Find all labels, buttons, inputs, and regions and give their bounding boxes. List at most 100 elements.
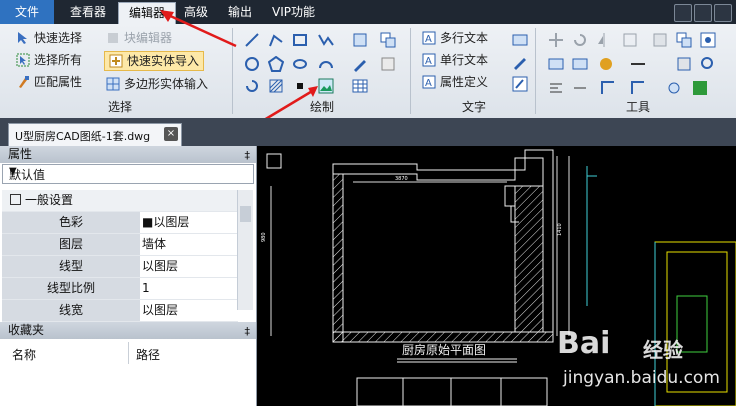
align-icon[interactable] [548,80,564,96]
property-grid: 一般设置 色彩 ■以图层 图层 墙体 线型 以图层 线型比例 1 线宽 以图层 [2,190,238,322]
quick-entity-import-button[interactable]: 快速实体导入 [104,51,205,71]
property-scrollbar[interactable] [237,190,253,310]
circle-tool-icon[interactable] [244,56,260,72]
block-editor-button[interactable]: 块编辑器 [106,28,172,48]
move-icon[interactable] [548,32,564,48]
ellipse-tool-icon[interactable] [292,56,308,72]
draw-group-label: 绘制 [310,100,335,114]
window-icon[interactable] [548,56,564,72]
dimension-label: 1410 [557,223,563,236]
property-key: 线宽 [2,300,140,321]
properties-icon[interactable] [700,32,716,48]
angle2-icon[interactable] [630,80,646,96]
stext-button[interactable]: A 单行文本 [422,50,488,70]
text-edit-icon[interactable] [512,54,528,70]
window2-icon[interactable] [572,56,588,72]
angle-icon[interactable] [600,80,616,96]
rectangle-tool-icon[interactable] [292,32,308,48]
insert-block-icon[interactable] [352,32,368,48]
property-key: 线型 [2,256,140,277]
restore-button[interactable] [694,4,712,22]
property-value[interactable]: 以图层 [142,300,178,321]
document-tab-title: U型厨房CAD图纸-1套.dwg [15,130,151,143]
menu-output[interactable]: 输出 [218,0,262,24]
attdef-button[interactable]: A 属性定义 [422,72,488,92]
drawing-canvas[interactable]: 3870 1410 980 厨房原始平面图 Bai 经验 jingyan.bai… [257,146,736,406]
scrollbar-thumb[interactable] [240,206,251,222]
insert-image-icon[interactable] [318,78,334,94]
property-row[interactable]: 图层 墙体 [2,234,238,256]
svg-text:A: A [425,34,432,45]
select-all-button[interactable]: 选择所有 [16,50,82,70]
svg-text:A: A [425,56,432,67]
match-props-button[interactable]: 匹配属性 [16,72,82,92]
dim-icon[interactable] [572,80,588,96]
stext-label: 单行文本 [440,53,489,67]
group-icon[interactable] [676,32,692,48]
point-tool-icon[interactable] [296,82,304,90]
zoom-icon[interactable] [700,56,716,72]
properties-dropdown[interactable]: 默认值 ▼ [2,164,254,184]
line-tool-icon[interactable] [244,32,260,48]
menu-advanced[interactable]: 高级 [174,0,218,24]
quick-select-button[interactable]: 快速选择 [16,28,82,48]
mtext-button[interactable]: A 多行文本 [422,28,488,48]
arc-tool-icon[interactable] [318,56,334,72]
audit-icon[interactable] [692,80,708,96]
pen-tool-icon[interactable] [352,56,368,72]
stext-icon: A [422,53,436,67]
property-value[interactable]: 以图层 [142,256,178,277]
text-style-icon[interactable] [512,32,528,48]
rotate-icon[interactable] [572,32,588,48]
column-header-path[interactable]: 路径 [136,346,160,363]
pin-icon[interactable]: ‡ [245,323,251,340]
section-label: 一般设置 [25,193,74,207]
property-row[interactable]: 线型 以图层 [2,256,238,278]
linetype-icon[interactable] [630,56,646,72]
mirror-icon[interactable] [596,32,612,48]
table-tool-icon[interactable] [352,78,368,94]
property-row[interactable]: 线宽 以图层 [2,300,238,322]
purge-icon[interactable] [666,80,682,96]
property-value[interactable]: 1 [142,278,150,299]
property-value[interactable]: ■以图层 [142,212,189,233]
menu-file[interactable]: 文件 [0,0,54,24]
hatch-tool-icon[interactable] [268,78,284,94]
text-replace-icon[interactable] [512,76,528,92]
property-row[interactable]: 线型比例 1 [2,278,238,300]
offset-icon[interactable] [622,32,638,48]
mtext-icon: A [422,31,436,45]
document-tab[interactable]: U型厨房CAD图纸-1套.dwg × [8,123,182,147]
ribbon-separator [232,28,233,114]
settings-icon[interactable] [676,56,692,72]
minimize-button[interactable] [674,4,692,22]
close-tab-icon[interactable]: × [164,127,178,141]
select-all-label: 选择所有 [34,53,83,67]
rotate-arc-icon[interactable] [244,78,260,94]
ribbon-separator [535,28,536,114]
section-row[interactable]: 一般设置 [2,190,238,212]
menu-viewer[interactable]: 查看器 [60,0,116,24]
tools-group-label: 工具 [626,100,651,114]
layer-icon[interactable] [652,32,668,48]
polygon-entity-input-button[interactable]: 多边形实体输入 [106,74,208,94]
collapse-icon[interactable] [10,194,21,205]
block-editor-label: 块编辑器 [124,31,173,45]
svg-text:A: A [425,78,432,89]
polyline-tool-icon[interactable] [268,32,284,48]
pin-icon[interactable]: ‡ [245,147,251,164]
color-picker-icon[interactable] [598,56,614,72]
property-value[interactable]: 墙体 [142,234,166,255]
import-icon [109,54,123,67]
copy-tool-icon[interactable] [380,32,396,48]
property-row[interactable]: 色彩 ■以图层 [2,212,238,234]
favorites-panel-title: 收藏夹 ‡ [0,322,256,339]
column-header-name[interactable]: 名称 [12,346,36,363]
close-button[interactable] [714,4,732,22]
attdef-icon: A [422,75,436,89]
polygon-tool-icon[interactable] [268,56,284,72]
spline-tool-icon[interactable] [318,32,334,48]
paste-tool-icon[interactable] [380,56,396,72]
menu-editor[interactable]: 编辑器 [118,2,177,25]
menu-vip[interactable]: VIP功能 [262,0,325,24]
